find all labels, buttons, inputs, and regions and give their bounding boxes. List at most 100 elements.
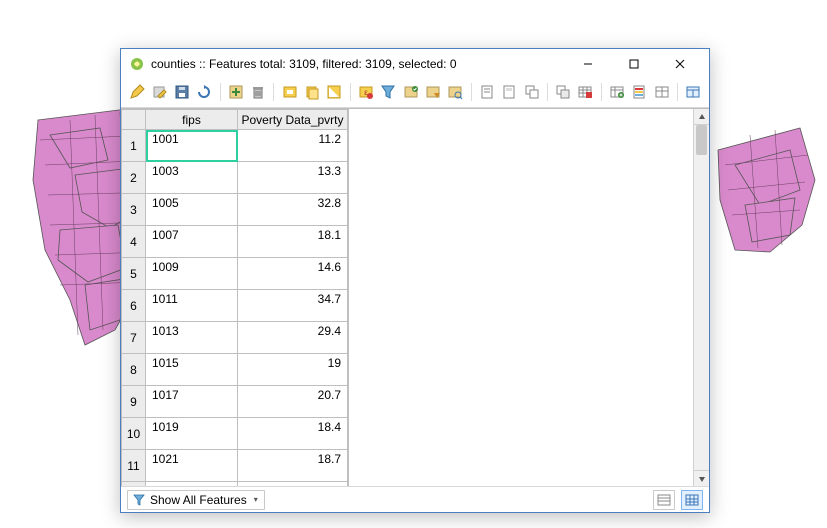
scroll-up-button[interactable] xyxy=(694,109,709,125)
table-row[interactable]: 102322.8 xyxy=(122,482,348,487)
toolbar-separator xyxy=(677,83,678,101)
maximize-button[interactable] xyxy=(611,49,657,79)
edit-multi-button[interactable] xyxy=(149,81,169,103)
cell-poverty[interactable]: 13.3 xyxy=(238,162,348,194)
table-row[interactable]: 10101918.4 xyxy=(122,418,348,450)
cell-poverty[interactable]: 19 xyxy=(238,354,348,386)
table-row[interactable]: 1100111.2 xyxy=(122,130,348,162)
cell-fips[interactable]: 1017 xyxy=(146,386,238,418)
select-all-button[interactable] xyxy=(378,81,398,103)
table-area: fips Poverty Data_pvrty 1100111.22100313… xyxy=(121,108,709,486)
scroll-down-button[interactable] xyxy=(694,470,709,486)
close-button[interactable] xyxy=(657,49,703,79)
table-row[interactable]: 5100914.6 xyxy=(122,258,348,290)
row-header[interactable]: 11 xyxy=(122,450,146,482)
attribute-table-window: counties :: Features total: 3109, filter… xyxy=(120,48,710,513)
row-header[interactable] xyxy=(122,482,146,487)
chevron-down-icon xyxy=(698,475,706,483)
column-header-poverty[interactable]: Poverty Data_pvrty xyxy=(238,110,348,130)
table-row[interactable]: 3100532.8 xyxy=(122,194,348,226)
table-row[interactable]: 2100313.3 xyxy=(122,162,348,194)
vertical-scrollbar[interactable] xyxy=(693,109,709,486)
column-header-fips[interactable]: fips xyxy=(146,110,238,130)
dock-button[interactable] xyxy=(683,81,703,103)
new-col-button[interactable] xyxy=(553,81,573,103)
cell-fips[interactable]: 1019 xyxy=(146,418,238,450)
cut-sel-button[interactable] xyxy=(279,81,299,103)
delete-feature-button[interactable] xyxy=(248,81,268,103)
pan-to-button[interactable] xyxy=(499,81,519,103)
save-button[interactable] xyxy=(172,81,192,103)
table-row[interactable]: 7101329.4 xyxy=(122,322,348,354)
row-header[interactable]: 9 xyxy=(122,386,146,418)
table-row[interactable]: 8101519 xyxy=(122,354,348,386)
table-row[interactable]: 4100718.1 xyxy=(122,226,348,258)
edit-multi-icon xyxy=(152,84,168,100)
cell-poverty[interactable]: 18.7 xyxy=(238,450,348,482)
cell-poverty[interactable]: 20.7 xyxy=(238,386,348,418)
row-header[interactable]: 8 xyxy=(122,354,146,386)
row-header[interactable]: 7 xyxy=(122,322,146,354)
cell-poverty[interactable]: 32.8 xyxy=(238,194,348,226)
row-header[interactable]: 4 xyxy=(122,226,146,258)
corner-header[interactable] xyxy=(122,110,146,130)
funnel-icon xyxy=(132,493,146,507)
move-top-icon xyxy=(479,84,495,100)
cell-fips[interactable]: 1007 xyxy=(146,226,238,258)
move-top-button[interactable] xyxy=(477,81,497,103)
zoom-to-button[interactable] xyxy=(521,81,541,103)
filter-mode-dropdown[interactable]: Show All Features ▾ xyxy=(127,490,265,510)
row-header[interactable]: 5 xyxy=(122,258,146,290)
minimize-button[interactable] xyxy=(565,49,611,79)
cell-fips[interactable]: 1009 xyxy=(146,258,238,290)
row-header[interactable]: 3 xyxy=(122,194,146,226)
row-header[interactable]: 10 xyxy=(122,418,146,450)
cell-fips[interactable]: 1005 xyxy=(146,194,238,226)
dropdown-caret-icon: ▾ xyxy=(251,495,258,504)
expression-select-button[interactable]: ε xyxy=(356,81,376,103)
conditional-format-icon xyxy=(631,84,647,100)
titlebar[interactable]: counties :: Features total: 3109, filter… xyxy=(121,49,709,79)
conditional-format-button[interactable] xyxy=(629,81,649,103)
table-row[interactable]: 9101720.7 xyxy=(122,386,348,418)
cell-poverty[interactable]: 22.8 xyxy=(238,482,348,487)
copy-sel-button[interactable] xyxy=(302,81,322,103)
deselect-button[interactable] xyxy=(423,81,443,103)
invert-select-button[interactable] xyxy=(400,81,420,103)
filter-button[interactable] xyxy=(445,81,465,103)
cell-poverty[interactable]: 18.4 xyxy=(238,418,348,450)
close-icon xyxy=(675,59,685,69)
row-header[interactable]: 6 xyxy=(122,290,146,322)
cell-poverty[interactable]: 18.1 xyxy=(238,226,348,258)
actions-button[interactable] xyxy=(651,81,671,103)
table-view-button[interactable] xyxy=(681,490,703,510)
toolbar-separator xyxy=(273,83,274,101)
del-col-button[interactable] xyxy=(575,81,595,103)
form-view-button[interactable] xyxy=(653,490,675,510)
cell-poverty[interactable]: 11.2 xyxy=(238,130,348,162)
cell-fips[interactable]: 1003 xyxy=(146,162,238,194)
table-row[interactable]: 11102118.7 xyxy=(122,450,348,482)
cell-poverty[interactable]: 14.6 xyxy=(238,258,348,290)
chevron-up-icon xyxy=(698,113,706,121)
add-feature-button[interactable] xyxy=(226,81,246,103)
cell-fips[interactable]: 1011 xyxy=(146,290,238,322)
row-header[interactable]: 2 xyxy=(122,162,146,194)
table-row[interactable]: 6101134.7 xyxy=(122,290,348,322)
cell-fips[interactable]: 1023 xyxy=(146,482,238,487)
zoom-to-icon xyxy=(524,84,540,100)
edit-pencil-button[interactable] xyxy=(127,81,147,103)
calc-field-button[interactable] xyxy=(607,81,627,103)
cell-fips[interactable]: 1015 xyxy=(146,354,238,386)
scroll-thumb[interactable] xyxy=(696,125,707,155)
cell-poverty[interactable]: 29.4 xyxy=(238,322,348,354)
paste-button[interactable] xyxy=(324,81,344,103)
cell-fips[interactable]: 1021 xyxy=(146,450,238,482)
cell-fips[interactable]: 1013 xyxy=(146,322,238,354)
cell-fips[interactable]: 1001 xyxy=(146,130,238,162)
scroll-track[interactable] xyxy=(694,125,709,470)
row-header[interactable]: 1 xyxy=(122,130,146,162)
cell-poverty[interactable]: 34.7 xyxy=(238,290,348,322)
refresh-button[interactable] xyxy=(194,81,214,103)
select-all-icon xyxy=(380,84,396,100)
